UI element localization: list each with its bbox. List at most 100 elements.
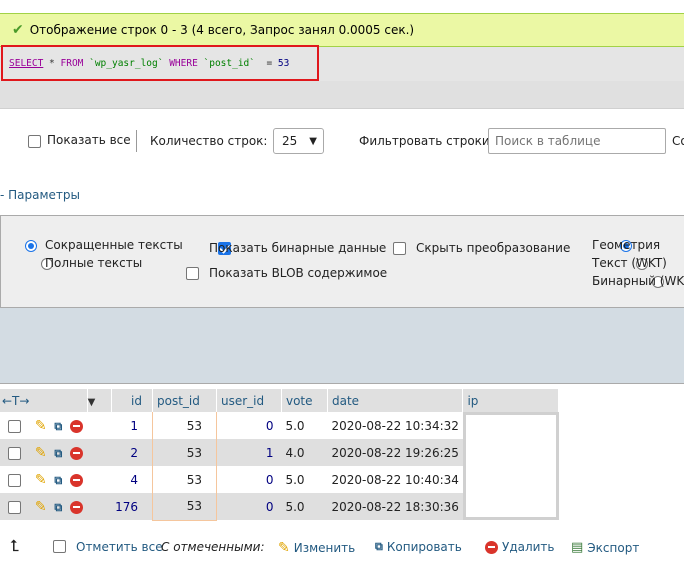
row-spacer [87, 439, 112, 466]
cut-off-label: Co [672, 134, 684, 148]
cell-id: 4 [111, 466, 153, 493]
check-all-link[interactable]: Отметить все [76, 540, 163, 554]
table-row: ✎ ⧉ 4 53 0 5.0 2020-08-22 10:40:34 [0, 466, 559, 493]
row-checkbox[interactable] [8, 419, 21, 433]
bulk-export-button[interactable]: ▤ Экспорт [571, 540, 639, 555]
row-checkbox[interactable] [8, 500, 21, 514]
short-texts-radio[interactable] [25, 240, 37, 252]
bulk-edit-button[interactable]: ✎ Изменить [278, 540, 355, 556]
sql-equals: = [260, 57, 278, 69]
table-row: ✎ ⧉ 1 53 0 5.0 2020-08-22 10:34:32 [0, 412, 559, 439]
cell-ip [462, 412, 559, 439]
cell-date: 2020-08-22 10:34:32 [327, 412, 463, 439]
row-checkbox[interactable] [8, 446, 21, 460]
column-nav-arrows-icon[interactable]: ←T→ [2, 394, 29, 408]
short-texts-label[interactable]: Сокращенные тексты [45, 238, 183, 252]
cell-date: 2020-08-22 19:26:25 [327, 439, 463, 466]
col-header-post-id[interactable]: post_id [152, 389, 217, 412]
delete-icon[interactable] [70, 446, 84, 460]
ip-placeholder [462, 412, 559, 439]
bulk-delete-label: Удалить [502, 540, 555, 554]
copy-icon[interactable]: ⧉ [54, 474, 62, 487]
show-all-label[interactable]: Показать все [47, 133, 131, 147]
col-header-user-id[interactable]: user_id [216, 389, 282, 412]
row-actions: ✎ ⧉ [0, 493, 88, 520]
bulk-delete-button[interactable]: Удалить [485, 540, 555, 554]
cell-vote: 4.0 [281, 439, 328, 466]
parameters-link[interactable]: - Параметры [0, 188, 80, 202]
row-count-value: 25 [282, 134, 298, 148]
ip-placeholder [462, 439, 559, 466]
row-count-select[interactable]: 25 ▼ [273, 128, 324, 154]
row-spacer [87, 493, 112, 520]
row-checkbox[interactable] [8, 473, 21, 487]
bulk-copy-label: Копировать [386, 540, 462, 554]
cell-post-id: 53 [151, 439, 217, 466]
filter-label: Фильтровать строки: [359, 134, 494, 148]
bulk-export-label: Экспорт [587, 540, 640, 555]
sql-star: * [43, 57, 61, 69]
triangle-down-icon[interactable]: ▼ [88, 397, 96, 408]
row-spacer [87, 466, 112, 493]
copy-icon[interactable]: ⧉ [54, 420, 62, 433]
col-header-ip[interactable]: ip [462, 389, 560, 412]
sql-value: 53 [277, 57, 290, 69]
sql-table-name: `wp_yasr_log` [83, 57, 170, 69]
pencil-icon: ✎ [278, 540, 290, 556]
cell-post-id: 53 [151, 412, 217, 439]
cell-id: 1 [111, 412, 153, 439]
arrow-up-left-icon: ⮤ [10, 536, 20, 555]
sql-toolbar-band [0, 81, 684, 109]
filter-rows-input[interactable] [488, 128, 666, 154]
hide-transform-checkbox[interactable] [393, 242, 406, 255]
edit-pencil-icon[interactable]: ✎ [35, 499, 47, 515]
cell-vote: 5.0 [281, 466, 328, 493]
divider [136, 130, 137, 152]
sql-select-keyword[interactable]: SELECT [9, 58, 43, 69]
hide-transform-label[interactable]: Скрыть преобразование [416, 241, 570, 255]
cell-user-id: 1 [216, 439, 282, 466]
copy-icon: ⧉ [375, 540, 383, 553]
ip-placeholder [462, 493, 559, 520]
cell-user-id: 0 [216, 412, 282, 439]
col-header-date[interactable]: date [327, 389, 464, 412]
row-count-label: Количество строк: [150, 134, 268, 148]
check-all-checkbox[interactable] [53, 540, 66, 553]
sql-from-keyword: FROM [60, 57, 84, 69]
full-texts-label[interactable]: Полные тексты [45, 256, 142, 270]
cell-ip [462, 466, 559, 493]
bulk-copy-button[interactable]: ⧉ Копировать [375, 540, 462, 554]
wkt-label[interactable]: Текст (WKT) [592, 256, 667, 270]
ip-placeholder [462, 466, 559, 493]
col-header-vote[interactable]: vote [281, 389, 328, 412]
copy-icon[interactable]: ⧉ [54, 501, 62, 514]
col-header-id[interactable]: id [111, 389, 153, 412]
row-spacer [87, 412, 112, 439]
cell-id: 176 [111, 493, 153, 520]
cell-post-id: 53 [151, 466, 217, 493]
edit-pencil-icon[interactable]: ✎ [35, 418, 47, 434]
row-actions: ✎ ⧉ [0, 412, 88, 439]
show-blob-checkbox[interactable] [186, 267, 199, 280]
delete-icon[interactable] [70, 473, 84, 487]
wkb-label[interactable]: Бинарный (WKB) [592, 274, 684, 288]
cell-user-id: 0 [216, 493, 282, 520]
show-binary-label[interactable]: Показать бинарные данные [209, 241, 386, 255]
delete-icon[interactable] [70, 500, 84, 514]
options-footer [0, 308, 684, 384]
cell-vote: 5.0 [281, 493, 328, 520]
sql-query-highlight[interactable]: SELECT * FROM `wp_yasr_log` WHERE `post_… [1, 45, 319, 81]
export-icon: ▤ [571, 540, 584, 555]
edit-pencil-icon[interactable]: ✎ [35, 472, 47, 488]
sort-dropdown-header[interactable]: ▼ [87, 389, 112, 412]
nav-arrows-header[interactable]: ←T→ [0, 389, 88, 412]
delete-icon[interactable] [70, 419, 84, 433]
show-all-checkbox[interactable] [28, 135, 41, 148]
copy-icon[interactable]: ⧉ [54, 447, 62, 460]
geometry-label[interactable]: Геометрия [592, 238, 660, 252]
show-blob-label[interactable]: Показать BLOB содержимое [209, 266, 387, 280]
edit-pencil-icon[interactable]: ✎ [35, 445, 47, 461]
row-actions: ✎ ⧉ [0, 439, 88, 466]
cell-id: 2 [111, 439, 153, 466]
sql-column-name: `post_id` [197, 57, 261, 69]
